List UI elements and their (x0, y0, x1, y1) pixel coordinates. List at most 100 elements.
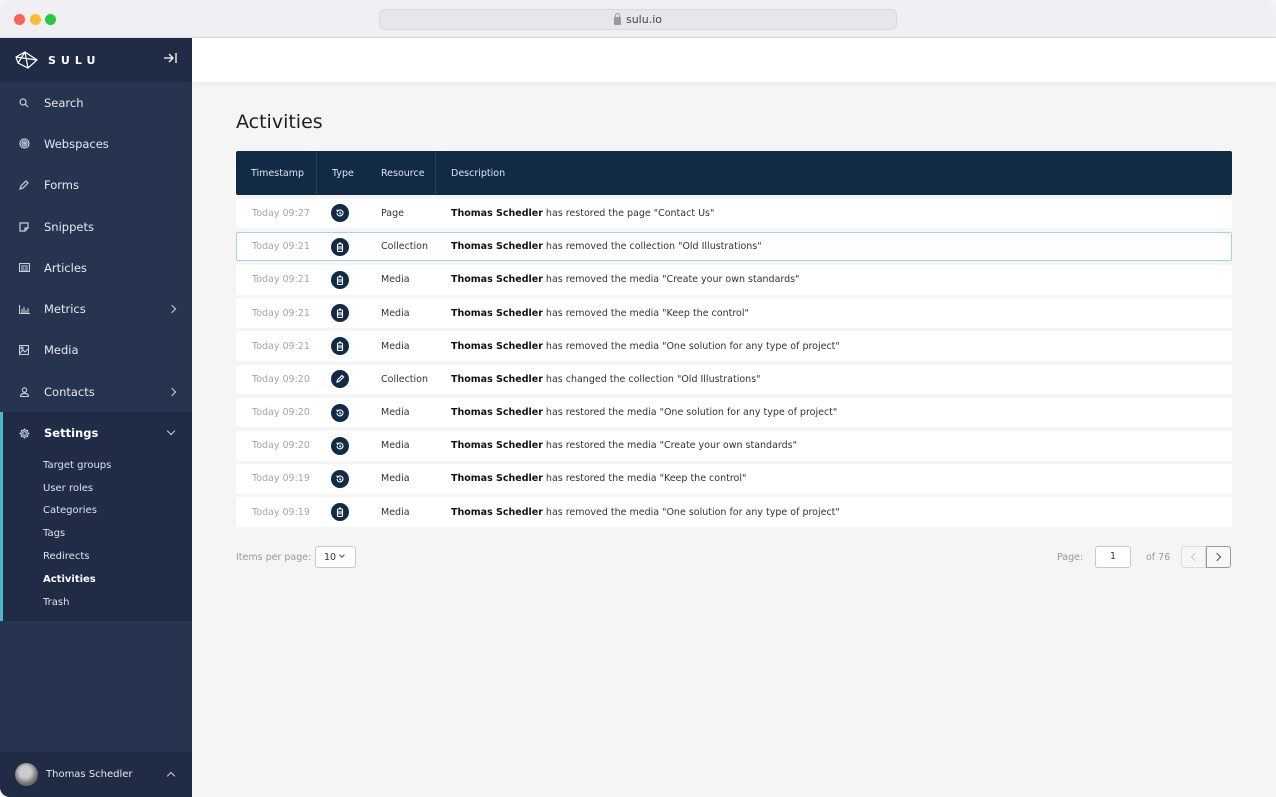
description-user: Thomas Schedler (451, 207, 543, 219)
sidebar-item-articles[interactable]: Articles (0, 247, 192, 288)
collapse-sidebar-button[interactable] (163, 52, 178, 67)
cell-description: Thomas Schedler has removed the media "O… (451, 507, 1231, 518)
column-header-type[interactable]: Type (317, 151, 366, 195)
next-page-button[interactable] (1206, 546, 1231, 568)
page-title: Activities (236, 111, 323, 133)
description-user: Thomas Schedler (451, 241, 543, 253)
cell-type (317, 304, 381, 322)
previous-page-button[interactable] (1181, 546, 1206, 568)
description-user: Thomas Schedler (451, 440, 543, 452)
table-row[interactable]: Today 09:21 Media Thomas Schedler has remo… (236, 331, 1232, 361)
description-text: has changed the collection "Old Illustra… (542, 373, 761, 385)
sidebar-item-webspaces[interactable]: Webspaces (0, 123, 192, 164)
sidebar-item-media[interactable]: Media (0, 330, 192, 371)
sidebar-subitem-target-groups[interactable]: Target groups (3, 454, 192, 477)
page-label: Page: (1057, 552, 1084, 563)
trash-icon (331, 304, 349, 322)
description-text: has removed the media "Keep the control" (542, 307, 749, 319)
table-row[interactable]: Today 09:27 Page Thomas Schedler has resto… (236, 198, 1232, 229)
description-text: has restored the media "Create your own … (542, 440, 797, 452)
cell-resource: Media (381, 473, 410, 485)
cell-description: Thomas Schedler has removed the collecti… (451, 241, 1231, 252)
browser-titlebar: sulu.io (0, 0, 1276, 38)
table-row[interactable]: Today 09:21 Media Thomas Schedler has remo… (236, 298, 1232, 328)
chevron-down-icon (166, 427, 176, 436)
cell-type (317, 436, 381, 455)
sidebar-item-contacts[interactable]: Contacts (0, 371, 192, 412)
sidebar-subitem-categories[interactable]: Categories (3, 499, 192, 522)
cell-resource: Collection (381, 373, 428, 385)
items-per-page-select[interactable]: 10 (315, 546, 356, 568)
bar-chart-icon (18, 303, 30, 315)
user-menu[interactable]: Thomas Schedler (0, 752, 192, 797)
description-user: Thomas Schedler (451, 373, 543, 385)
cell-timestamp: Today 09:21 (252, 340, 310, 352)
sidebar-item-metrics[interactable]: Metrics (0, 288, 192, 329)
sidebar-subitem-trash[interactable]: Trash (3, 591, 192, 614)
sidebar-subitem-redirects[interactable]: Redirects (3, 545, 192, 568)
description-text: has removed the collection "Old Illustra… (542, 241, 762, 253)
sidebar-item-forms[interactable]: Forms (0, 165, 192, 206)
column-header-timestamp[interactable]: Timestamp (236, 151, 317, 195)
description-user: Thomas Schedler (451, 473, 543, 485)
table-row[interactable]: Today 09:19 Media Thomas Schedler has rest… (236, 464, 1232, 494)
url-text: sulu.io (625, 13, 662, 26)
trash-icon (331, 237, 349, 256)
cell-type (317, 337, 381, 356)
cell-resource: Media (381, 274, 410, 286)
description-user: Thomas Schedler (451, 407, 543, 419)
restore-icon (331, 403, 349, 422)
search-icon (18, 97, 30, 109)
table-row[interactable]: Today 09:19 Media Thomas Schedler has remo… (236, 497, 1232, 527)
table-row[interactable]: Today 09:20 Media Thomas Schedler has rest… (236, 397, 1232, 428)
page-count: of 76 (1146, 552, 1171, 563)
description-text: has removed the media "One solution for … (542, 340, 840, 352)
collapse-icon (164, 53, 177, 63)
browser-window: sulu.io SULU Search Webspaces Forms Snip… (0, 0, 1276, 797)
sidebar-subitem-activities[interactable]: Activities (3, 568, 192, 591)
maximize-window-button[interactable] (45, 14, 56, 25)
description-text: has removed the media "One solution for … (542, 506, 840, 518)
gear-icon (18, 427, 30, 439)
sidebar-item-snippets[interactable]: Snippets (0, 206, 192, 247)
cell-description: Thomas Schedler has changed the collecti… (451, 374, 1231, 385)
cell-resource: Page (381, 207, 404, 219)
sidebar-subitem-user-roles[interactable]: User roles (3, 477, 192, 500)
user-name: Thomas Schedler (46, 769, 133, 780)
sidebar-item-label: Media (44, 343, 79, 358)
table-row[interactable]: Today 09:21 Collection Thomas Schedler has… (236, 231, 1232, 262)
snippet-icon (18, 221, 30, 233)
cell-timestamp: Today 09:19 (252, 473, 310, 485)
cell-description: Thomas Schedler has removed the media "C… (451, 274, 1231, 285)
trash-icon (331, 270, 349, 289)
page-input[interactable]: 1 (1095, 546, 1131, 568)
cell-type (317, 204, 381, 223)
description-text: has restored the page "Contact Us" (542, 207, 715, 219)
restore-icon (331, 204, 349, 223)
close-window-button[interactable] (14, 14, 25, 25)
sidebar-item-label: Webspaces (44, 136, 109, 151)
cell-description: Thomas Schedler has restored the media "… (451, 407, 1231, 418)
webspaces-icon (18, 138, 30, 150)
settings-section: Settings Target groups User roles Catego… (0, 412, 192, 621)
chevron-down-icon (339, 552, 345, 558)
cell-type (317, 469, 381, 488)
column-header-resource[interactable]: Resource (366, 151, 436, 195)
table-row[interactable]: Today 09:21 Media Thomas Schedler has remo… (236, 265, 1232, 295)
table-row[interactable]: Today 09:20 Collection Thomas Schedler has… (236, 364, 1232, 395)
sidebar-subitem-tags[interactable]: Tags (3, 522, 192, 545)
sidebar-item-search[interactable]: Search (0, 82, 192, 123)
person-icon (18, 386, 30, 398)
column-header-description[interactable]: Description (436, 151, 1232, 195)
newspaper-icon (18, 262, 30, 274)
cell-resource: Media (381, 506, 410, 518)
sidebar-item-settings[interactable]: Settings (3, 412, 192, 453)
table-header: Timestamp Type Resource Description (236, 151, 1232, 195)
sidebar-item-label: Settings (44, 426, 99, 441)
minimize-window-button[interactable] (30, 14, 41, 25)
cell-description: Thomas Schedler has restored the media "… (451, 473, 1231, 484)
cell-description: Thomas Schedler has removed the media "K… (451, 308, 1231, 319)
table-row[interactable]: Today 09:20 Media Thomas Schedler has rest… (236, 431, 1232, 461)
address-bar[interactable]: sulu.io (379, 9, 897, 30)
lock-icon (613, 12, 621, 25)
